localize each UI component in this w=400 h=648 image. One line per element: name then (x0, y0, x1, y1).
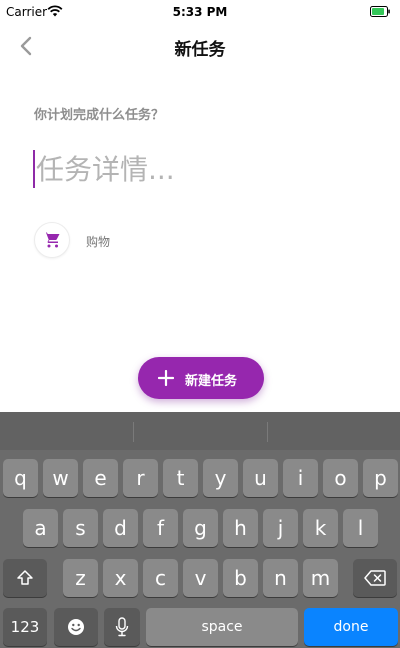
delete-icon (364, 570, 386, 586)
key-l[interactable]: l (343, 509, 378, 547)
key-o[interactable]: o (323, 459, 358, 497)
suggestion-divider (133, 422, 134, 442)
key-z[interactable]: z (63, 559, 98, 597)
shift-key[interactable] (3, 559, 47, 597)
text-caret (33, 150, 35, 188)
key-v[interactable]: v (183, 559, 218, 597)
shopping-cart-icon (43, 232, 60, 248)
key-m[interactable]: m (303, 559, 338, 597)
key-q[interactable]: q (3, 459, 38, 497)
key-s[interactable]: s (63, 509, 98, 547)
status-bar: Carrier 5:33 PM (0, 0, 400, 24)
category-label: 购物 (86, 235, 111, 249)
key-u[interactable]: u (243, 459, 278, 497)
page-title: 新任务 (174, 40, 226, 60)
space-key[interactable]: space (146, 608, 298, 646)
emoji-key[interactable] (54, 608, 98, 646)
plus-icon (158, 370, 174, 386)
task-question-label: 你计划完成什么任务？ (34, 108, 165, 123)
suggestion-divider (267, 422, 268, 442)
category-icon-button[interactable] (34, 222, 70, 258)
key-y[interactable]: y (203, 459, 238, 497)
emoji-icon (68, 619, 84, 635)
nav-bar: 新任务 (0, 24, 400, 68)
key-p[interactable]: p (363, 459, 398, 497)
mic-icon (115, 617, 129, 637)
key-k[interactable]: k (303, 509, 338, 547)
key-r[interactable]: r (123, 459, 158, 497)
key-t[interactable]: t (163, 459, 198, 497)
key-h[interactable]: h (223, 509, 258, 547)
key-i[interactable]: i (283, 459, 318, 497)
numbers-key[interactable]: 123 (3, 608, 47, 646)
dictation-key[interactable] (104, 608, 140, 646)
done-key[interactable]: done (304, 608, 398, 646)
key-d[interactable]: d (103, 509, 138, 547)
keyboard: q w e r t y u i o p a s d f g h j k l z … (0, 412, 400, 648)
key-a[interactable]: a (23, 509, 58, 547)
task-detail-input[interactable] (32, 146, 366, 192)
key-g[interactable]: g (183, 509, 218, 547)
key-n[interactable]: n (263, 559, 298, 597)
key-j[interactable]: j (263, 509, 298, 547)
shift-icon (17, 570, 33, 585)
status-time: 5:33 PM (172, 5, 228, 19)
key-e[interactable]: e (83, 459, 118, 497)
key-c[interactable]: c (143, 559, 178, 597)
new-task-label: 新建任务 (185, 374, 238, 389)
new-task-button[interactable]: 新建任务 (138, 357, 264, 399)
delete-key[interactable] (353, 559, 397, 597)
keyboard-suggestion-bar (0, 412, 400, 450)
key-x[interactable]: x (103, 559, 138, 597)
key-b[interactable]: b (223, 559, 258, 597)
key-f[interactable]: f (143, 509, 178, 547)
battery-icon (370, 6, 390, 17)
key-w[interactable]: w (43, 459, 78, 497)
